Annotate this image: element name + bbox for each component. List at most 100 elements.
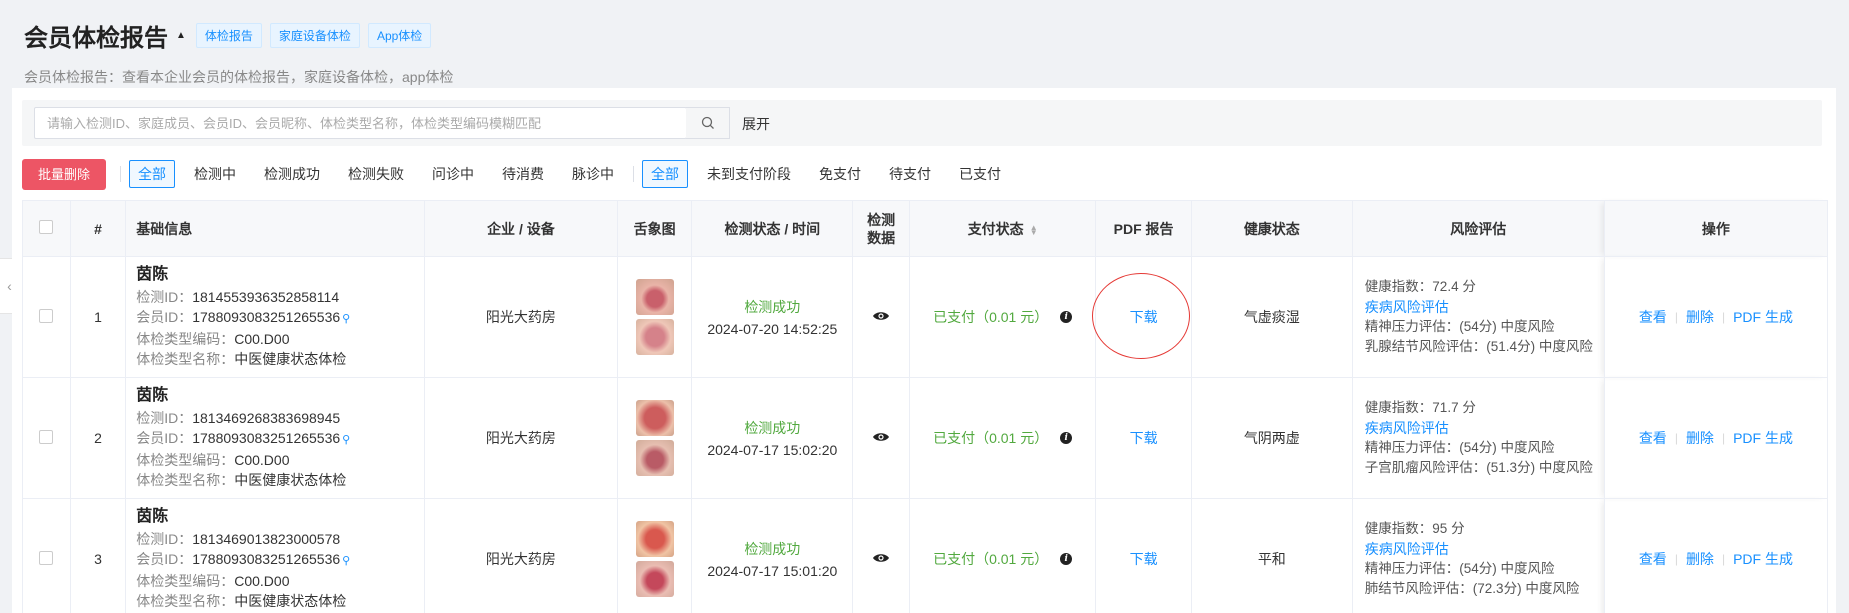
type-code-label: 体检类型编码： bbox=[136, 452, 235, 468]
info-icon[interactable]: i bbox=[1060, 311, 1073, 323]
tongue-image[interactable] bbox=[635, 521, 674, 557]
basic-info: 茵陈 检测ID：1813469268383698945 会员ID：1788093… bbox=[125, 377, 425, 499]
stress-risk: 精神压力评估：(54分) 中度风险 bbox=[1364, 440, 1555, 455]
tongue-image[interactable] bbox=[635, 561, 674, 597]
specific-risk: 乳腺结节风险评估：(51.4分) 中度风险 bbox=[1364, 339, 1593, 354]
row-checkbox[interactable] bbox=[39, 308, 54, 323]
type-code: C00.D00 bbox=[234, 452, 290, 468]
pay-filter-free[interactable]: 免支付 bbox=[810, 160, 870, 188]
disease-risk-link[interactable]: 疾病风险评估 bbox=[1365, 418, 1604, 438]
info-icon[interactable]: i bbox=[1060, 553, 1073, 565]
row-index: 1 bbox=[69, 256, 127, 378]
col-pdf: PDF 报告 bbox=[1095, 200, 1192, 257]
tag-app-exam[interactable]: App体检 bbox=[367, 23, 432, 48]
detect-status: 检测成功 bbox=[744, 299, 801, 315]
member-name: 茵陈 bbox=[136, 266, 169, 283]
main-panel: 展开 批量删除 全部 检测中 检测成功 检测失败 问诊中 待消费 脉诊中 全部 … bbox=[12, 88, 1836, 613]
col-status-time: 检测状态 / 时间 bbox=[691, 200, 854, 257]
search-button[interactable] bbox=[686, 107, 730, 139]
col-pay[interactable]: 支付状态 ▲ ▼ bbox=[908, 200, 1097, 257]
member-id-label: 会员ID： bbox=[136, 430, 193, 446]
type-code: C00.D00 bbox=[234, 573, 290, 589]
pdf-generate-button[interactable]: PDF 生成 bbox=[1733, 428, 1793, 448]
search-input[interactable] bbox=[34, 107, 687, 139]
pay-filter-pending[interactable]: 待支付 bbox=[880, 160, 940, 188]
status-filter-detecting[interactable]: 检测中 bbox=[185, 160, 245, 188]
specific-risk: 子宫肌瘤风险评估：(51.3分) 中度风险 bbox=[1364, 460, 1593, 475]
risk-assessment: 健康指数：95 分 疾病风险评估 精神压力评估：(54分) 中度风险 肺结节风险… bbox=[1351, 498, 1605, 613]
type-name-label: 体检类型名称： bbox=[136, 472, 235, 488]
type-name-label: 体检类型名称： bbox=[136, 593, 235, 609]
status-filter-all[interactable]: 全部 bbox=[129, 160, 176, 188]
delete-button[interactable]: 删除 bbox=[1686, 549, 1714, 569]
batch-delete-button[interactable]: 批量删除 bbox=[22, 158, 107, 190]
divider bbox=[633, 166, 635, 182]
row-index: 2 bbox=[69, 377, 127, 499]
col-ops: 操作 bbox=[1603, 200, 1829, 257]
col-pay-label: 支付状态 bbox=[967, 220, 1024, 237]
status-filter-failed[interactable]: 检测失败 bbox=[339, 160, 413, 188]
delete-button[interactable]: 删除 bbox=[1686, 307, 1714, 327]
pdf-download-link[interactable]: 下载 bbox=[1130, 430, 1158, 446]
disease-risk-link[interactable]: 疾病风险评估 bbox=[1365, 539, 1604, 559]
eye-icon[interactable] bbox=[872, 431, 890, 443]
table-row: 3 茵陈 检测ID：1813469013823000578 会员ID：17880… bbox=[22, 498, 1829, 613]
status-filter-success[interactable]: 检测成功 bbox=[255, 160, 329, 188]
tongue-image[interactable] bbox=[635, 279, 674, 315]
detect-time: 2024-07-20 14:52:25 bbox=[707, 321, 838, 337]
pdf-download-link[interactable]: 下载 bbox=[1130, 551, 1158, 567]
sort-icon[interactable]: ▲ ▼ bbox=[1030, 223, 1038, 236]
table-row: 2 茵陈 检测ID：1813469268383698945 会员ID：17880… bbox=[22, 377, 1829, 499]
row-checkbox[interactable] bbox=[39, 550, 54, 565]
tag-home-device[interactable]: 家庭设备体检 bbox=[269, 23, 360, 48]
search-bar: 展开 bbox=[22, 100, 1822, 146]
health-index: 健康指数：71.7 分 bbox=[1364, 400, 1476, 415]
select-all-checkbox[interactable] bbox=[39, 220, 54, 234]
health-status: 气虚痰湿 bbox=[1190, 256, 1353, 378]
col-data: 检测数据 bbox=[852, 200, 910, 257]
tongue-image[interactable] bbox=[635, 400, 674, 436]
status-filter-pending-consume[interactable]: 待消费 bbox=[493, 160, 553, 188]
col-health: 健康状态 bbox=[1190, 200, 1353, 257]
search-member-icon[interactable]: ⚲ bbox=[342, 555, 350, 567]
health-index: 健康指数：95 分 bbox=[1364, 521, 1465, 536]
type-code-label: 体检类型编码： bbox=[136, 573, 235, 589]
pay-filter-not-reached[interactable]: 未到支付阶段 bbox=[698, 160, 800, 188]
pdf-generate-button[interactable]: PDF 生成 bbox=[1733, 549, 1793, 569]
type-name: 中医健康状态体检 bbox=[234, 351, 347, 367]
status-filter-pulse[interactable]: 脉诊中 bbox=[563, 160, 623, 188]
tag-exam-report[interactable]: 体检报告 bbox=[195, 23, 262, 48]
tongue-image[interactable] bbox=[635, 319, 674, 355]
page-header: 会员体检报告 ▲ 体检报告 家庭设备体检 App体检 会员体检报告：查看本企业会… bbox=[24, 18, 453, 87]
disease-risk-link[interactable]: 疾病风险评估 bbox=[1365, 297, 1604, 317]
eye-icon[interactable] bbox=[872, 552, 890, 564]
search-member-icon[interactable]: ⚲ bbox=[342, 434, 350, 446]
row-index: 3 bbox=[69, 498, 127, 613]
basic-info: 茵陈 检测ID：1813469013823000578 会员ID：1788093… bbox=[125, 498, 425, 613]
pay-filter-paid[interactable]: 已支付 bbox=[950, 160, 1010, 188]
member-id-label: 会员ID： bbox=[136, 309, 193, 325]
row-checkbox[interactable] bbox=[39, 429, 54, 444]
caret-up-icon[interactable]: ▲ bbox=[176, 30, 186, 41]
basic-info: 茵陈 检测ID：1814553936352858114 会员ID：1788093… bbox=[125, 256, 425, 378]
tongue-image[interactable] bbox=[635, 440, 674, 476]
pdf-generate-button[interactable]: PDF 生成 bbox=[1733, 307, 1793, 327]
pay-filter-all[interactable]: 全部 bbox=[642, 160, 689, 188]
status-filter-consulting[interactable]: 问诊中 bbox=[423, 160, 483, 188]
detect-id: 1813469268383698945 bbox=[192, 410, 341, 426]
info-icon[interactable]: i bbox=[1060, 432, 1073, 444]
expand-link[interactable]: 展开 bbox=[742, 114, 770, 134]
page-title: 会员体检报告 bbox=[24, 25, 168, 52]
view-button[interactable]: 查看 bbox=[1639, 549, 1667, 569]
divider bbox=[120, 166, 122, 182]
view-button[interactable]: 查看 bbox=[1639, 307, 1667, 327]
device: 阳光大药房 bbox=[423, 256, 618, 378]
member-id: 1788093083251265536 bbox=[192, 551, 341, 567]
pdf-download-link[interactable]: 下载 bbox=[1091, 273, 1190, 359]
delete-button[interactable]: 删除 bbox=[1686, 428, 1714, 448]
detect-status: 检测成功 bbox=[744, 541, 801, 557]
view-button[interactable]: 查看 bbox=[1639, 428, 1667, 448]
eye-icon[interactable] bbox=[872, 310, 890, 322]
member-name: 茵陈 bbox=[136, 508, 169, 525]
search-member-icon[interactable]: ⚲ bbox=[342, 313, 350, 325]
